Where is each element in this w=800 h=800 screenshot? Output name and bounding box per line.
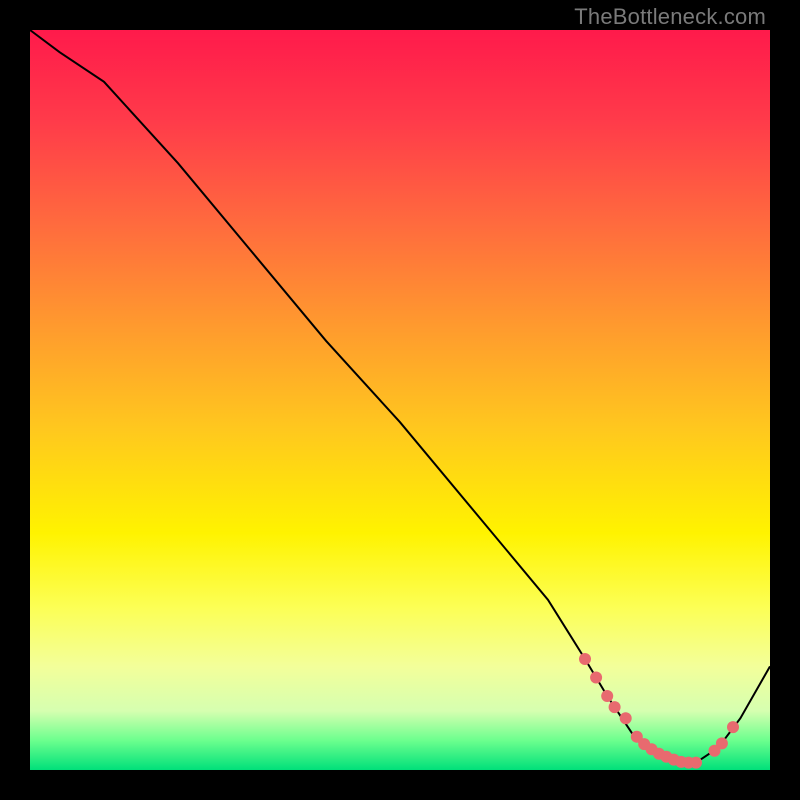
highlight-dot <box>579 653 591 665</box>
bottleneck-curve <box>30 30 770 763</box>
highlight-dot <box>601 690 613 702</box>
highlight-dot <box>690 757 702 769</box>
curve-layer <box>30 30 770 770</box>
highlight-dots <box>579 653 739 769</box>
highlight-dot <box>609 701 621 713</box>
highlight-dot <box>590 672 602 684</box>
highlight-dot <box>727 721 739 733</box>
plot-area <box>30 30 770 770</box>
chart-stage: TheBottleneck.com <box>0 0 800 800</box>
highlight-dot <box>620 712 632 724</box>
highlight-dot <box>716 737 728 749</box>
watermark-text: TheBottleneck.com <box>574 4 766 30</box>
